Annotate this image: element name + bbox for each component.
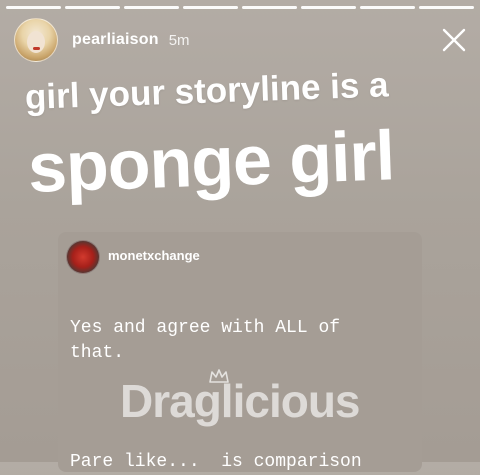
progress-segment <box>183 6 238 9</box>
story-username[interactable]: pearliaison <box>72 31 159 49</box>
story-progress-bar <box>6 6 474 9</box>
story-caption-line1: girl your storyline is a <box>24 65 390 117</box>
shared-post-text: Yes and agree with ALL of that. <box>70 318 341 363</box>
progress-segment <box>419 6 474 9</box>
progress-segment <box>65 6 120 9</box>
story-header: pearliaison 5m <box>14 18 190 62</box>
shared-post-text-partial: Pare like... is comparison <box>70 452 362 472</box>
progress-segment <box>124 6 179 9</box>
shared-post-username[interactable]: monetxchange <box>108 248 200 263</box>
story-timestamp: 5m <box>168 31 190 49</box>
watermark-text: Draglicious <box>120 375 361 427</box>
progress-segment <box>6 6 61 9</box>
avatar-lips <box>33 47 40 50</box>
progress-segment <box>242 6 297 9</box>
avatar[interactable] <box>14 18 58 62</box>
progress-segment <box>360 6 415 9</box>
watermark-logo: Draglicious <box>120 369 380 444</box>
shared-post-avatar[interactable] <box>66 240 100 274</box>
close-icon[interactable] <box>442 28 466 52</box>
story-caption-line2: sponge girl <box>26 116 396 207</box>
progress-segment <box>301 6 356 9</box>
